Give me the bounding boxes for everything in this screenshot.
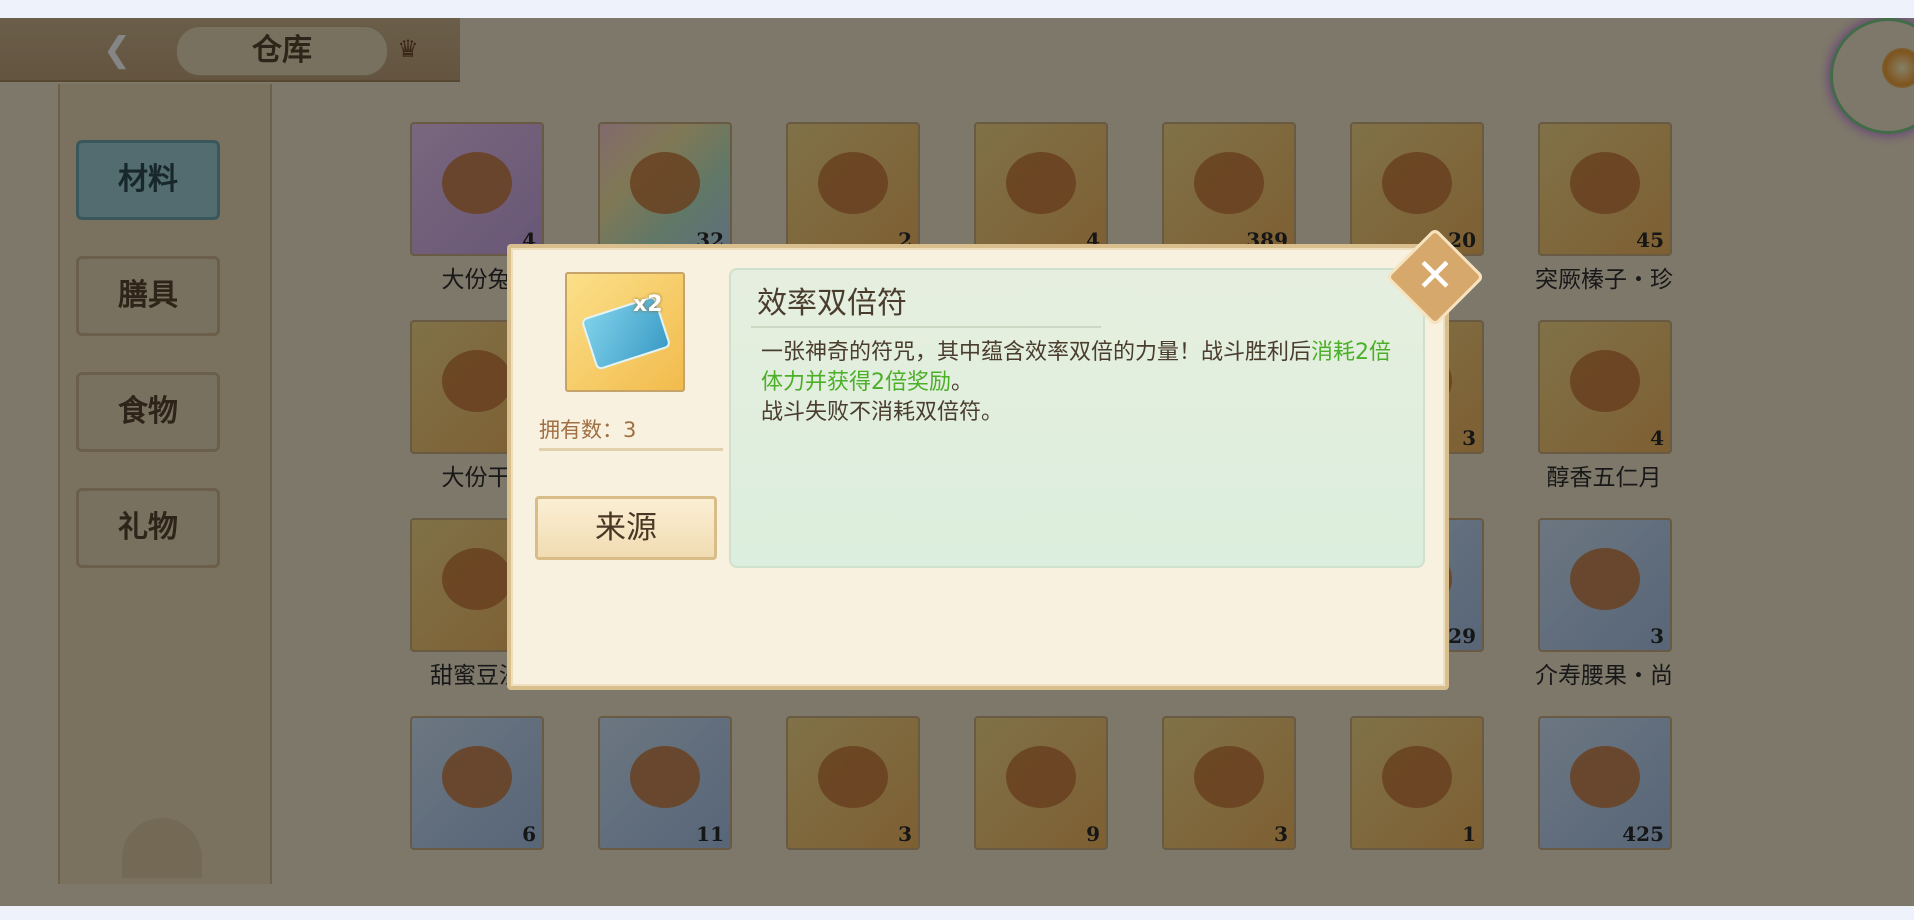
desc-text-2: 。 <box>951 370 974 395</box>
item-description: 一张神奇的符咒，其中蕴含效率双倍的力量！战斗胜利后消耗2倍体力并获得2倍奖励。 … <box>761 338 1401 428</box>
item-detail-dialog: x2 拥有数：3 来源 效率双倍符 一张神奇的符咒，其中蕴含效率双倍的力量！战斗… <box>507 244 1449 690</box>
item-icon-frame: x2 <box>565 272 685 392</box>
item-title: 效率双倍符 <box>757 286 907 321</box>
description-panel: 效率双倍符 一张神奇的符咒，其中蕴含效率双倍的力量！战斗胜利后消耗2倍体力并获得… <box>729 268 1425 568</box>
desc-text-1: 一张神奇的符咒，其中蕴含效率双倍的力量！战斗胜利后 <box>761 340 1312 365</box>
source-button[interactable]: 来源 <box>535 496 717 560</box>
icon-badge: x2 <box>633 292 663 317</box>
title-divider <box>751 326 1101 328</box>
owned-count: 拥有数：3 <box>539 414 723 451</box>
close-icon[interactable]: ✕ <box>1400 240 1470 310</box>
desc-line-2: 战斗失败不消耗双倍符。 <box>761 400 1004 425</box>
